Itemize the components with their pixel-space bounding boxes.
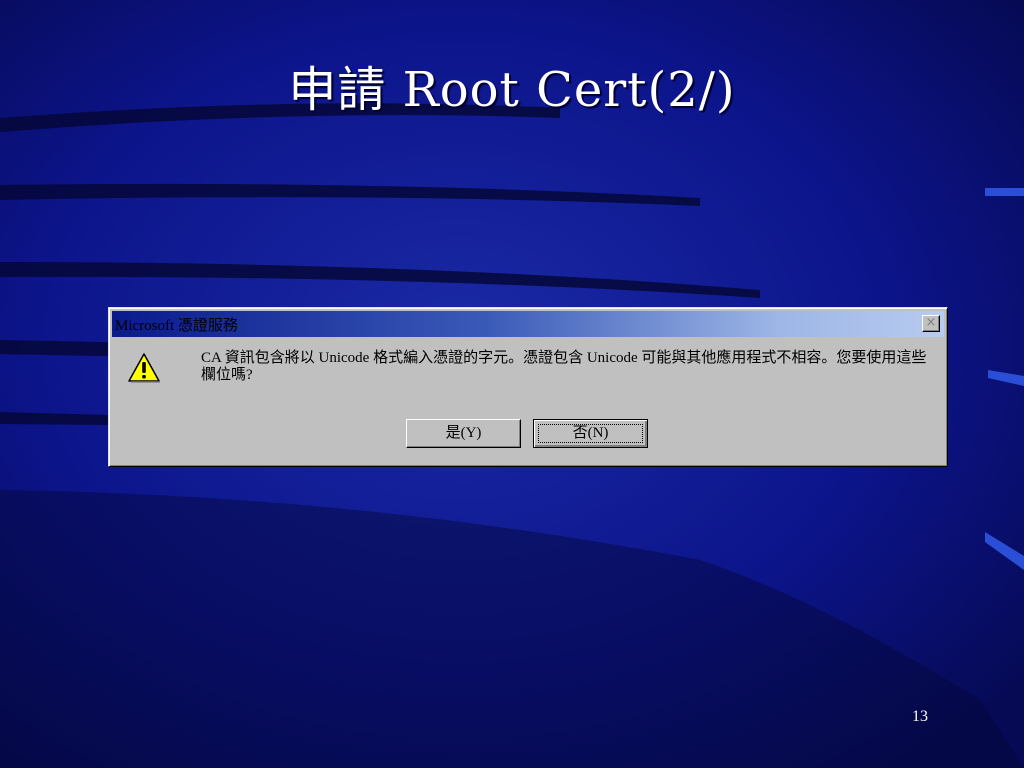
no-button[interactable]: 否(N) — [533, 419, 648, 448]
slide-title: 申請 Root Cert(2/) — [288, 62, 736, 118]
dialog-titlebar[interactable]: Microsoft 憑證服務 × — [112, 311, 944, 337]
yes-button[interactable]: 是(Y) — [406, 419, 521, 448]
dialog-message: CA 資訊包含將以 Unicode 格式編入憑證的字元。憑證包含 Unicode… — [201, 350, 927, 383]
warning-icon — [128, 353, 160, 383]
focus-ring — [538, 424, 643, 443]
close-button[interactable]: × — [922, 315, 940, 332]
warning-dialog: Microsoft 憑證服務 × CA 資訊包含將以 Unicode 格式編入憑… — [108, 307, 948, 467]
close-icon: × — [925, 315, 937, 330]
page-number: 13 — [912, 708, 928, 725]
dialog-title: Microsoft 憑證服務 — [115, 318, 238, 334]
